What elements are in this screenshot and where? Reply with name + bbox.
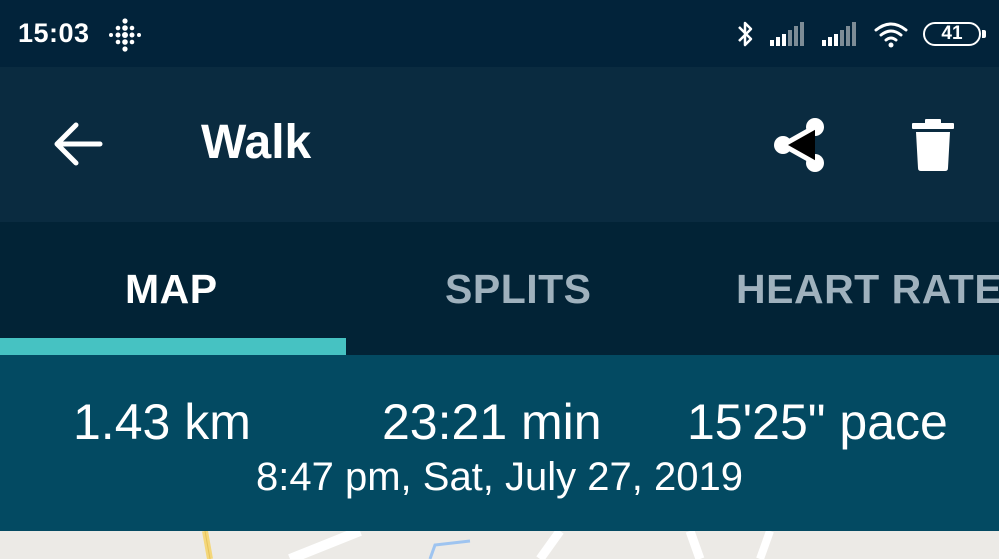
pace-value: 15'25" pace: [687, 394, 948, 450]
status-icons: 41: [735, 16, 986, 52]
route-map[interactable]: [0, 531, 999, 559]
back-arrow-icon[interactable]: [52, 119, 104, 169]
bluetooth-icon: [738, 21, 753, 47]
signal-icon: [770, 22, 804, 46]
duration-value: 23:21 min: [382, 394, 602, 450]
trash-icon[interactable]: [911, 119, 955, 171]
tab-map[interactable]: MAP: [125, 266, 218, 313]
battery-level: 41: [941, 23, 963, 44]
distance-value: 1.43 km: [73, 394, 251, 450]
wifi-icon: [874, 22, 908, 48]
app-bar: Walk: [0, 67, 999, 222]
fitbit-icon: [109, 18, 141, 52]
activity-summary: 1.43 km 23:21 min 15'25" pace 8:47 pm, S…: [0, 355, 999, 531]
battery-icon: 41: [923, 22, 986, 46]
signal-icon: [822, 22, 856, 46]
map-roads: [202, 531, 774, 559]
status-time: 15:03: [18, 18, 90, 48]
tab-splits[interactable]: SPLITS: [445, 266, 592, 313]
share-icon[interactable]: [772, 117, 826, 173]
tab-indicator: [0, 338, 346, 355]
page-title: Walk: [201, 116, 312, 169]
activity-date: 8:47 pm, Sat, July 27, 2019: [256, 455, 743, 499]
tab-heart-rate[interactable]: HEART RATE: [736, 266, 999, 313]
status-bar: 15:03 41: [0, 0, 999, 67]
tab-bar: MAP SPLITS HEART RATE: [0, 222, 999, 355]
